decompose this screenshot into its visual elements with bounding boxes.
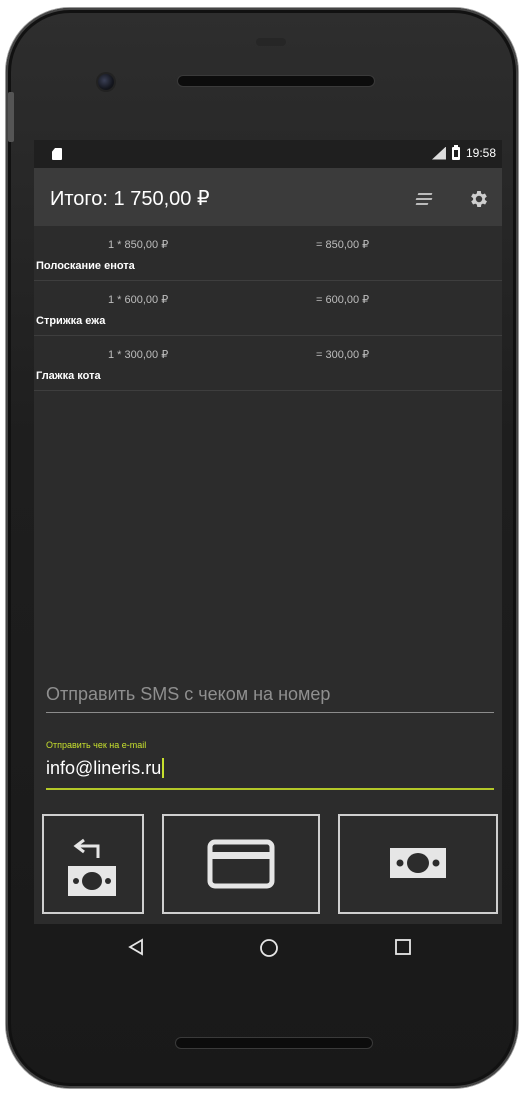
item-total: = 850,00 ₽ (316, 239, 370, 251)
refund-cash-icon (68, 838, 116, 896)
item-quantity-price: 1 * 600,00 ₽ (108, 294, 169, 306)
signal-icon (431, 146, 446, 160)
item-name: Стрижка ежа (36, 315, 106, 327)
status-bar: 19:58 (34, 140, 502, 168)
item-total: = 600,00 ₽ (316, 294, 370, 306)
status-icons: 19:58 (431, 144, 496, 160)
gear-icon[interactable] (468, 188, 490, 210)
receipt-items-list: 1 * 850,00 ₽ = 850,00 ₽ Полоскание енота… (34, 226, 502, 391)
sms-placeholder: Отправить SMS с чеком на номер (46, 684, 331, 704)
list-item[interactable]: 1 * 300,00 ₽ = 300,00 ₽ Глажка кота (34, 336, 502, 391)
text-cursor (162, 758, 165, 778)
battery-icon (451, 144, 460, 160)
status-time: 19:58 (465, 146, 496, 160)
email-field-label: Отправить чек на e-mail (46, 740, 147, 750)
email-value: info@lineris.ru (46, 758, 165, 779)
front-camera (98, 74, 114, 90)
credit-card-icon (207, 839, 275, 889)
phone-sensor (256, 38, 286, 46)
list-item[interactable]: 1 * 850,00 ₽ = 850,00 ₽ Полоскание енота (34, 226, 502, 281)
app-bar: Итого: 1 750,00 ₽ (34, 168, 502, 226)
back-triangle-icon[interactable] (128, 938, 144, 956)
home-circle-icon[interactable] (259, 938, 279, 958)
sim-card-icon (52, 148, 62, 160)
card-payment-button[interactable] (162, 814, 320, 914)
earpiece-speaker (178, 76, 374, 86)
total-title: Итого: 1 750,00 ₽ (50, 188, 210, 210)
email-input[interactable]: info@lineris.ru (46, 754, 494, 790)
lines-icon[interactable] (415, 193, 433, 205)
item-name: Полоскание енота (36, 260, 135, 272)
item-total: = 300,00 ₽ (316, 349, 370, 361)
item-quantity-price: 1 * 850,00 ₽ (108, 239, 169, 251)
sms-phone-input[interactable]: Отправить SMS с чеком на номер (46, 680, 494, 713)
item-quantity-price: 1 * 300,00 ₽ (108, 349, 169, 361)
recents-square-icon[interactable] (394, 938, 412, 956)
app-screen: 19:58 Итого: 1 750,00 ₽ 1 * 850,00 ₽ = 8… (34, 140, 502, 980)
item-name: Глажка кота (36, 370, 101, 382)
navigation-bar (34, 924, 502, 980)
phone-side-button (8, 92, 14, 142)
list-item[interactable]: 1 * 600,00 ₽ = 600,00 ₽ Стрижка ежа (34, 281, 502, 336)
cash-icon (390, 848, 446, 878)
bottom-speaker (176, 1038, 372, 1048)
cash-payment-button[interactable] (338, 814, 498, 914)
refund-cash-button[interactable] (42, 814, 144, 914)
